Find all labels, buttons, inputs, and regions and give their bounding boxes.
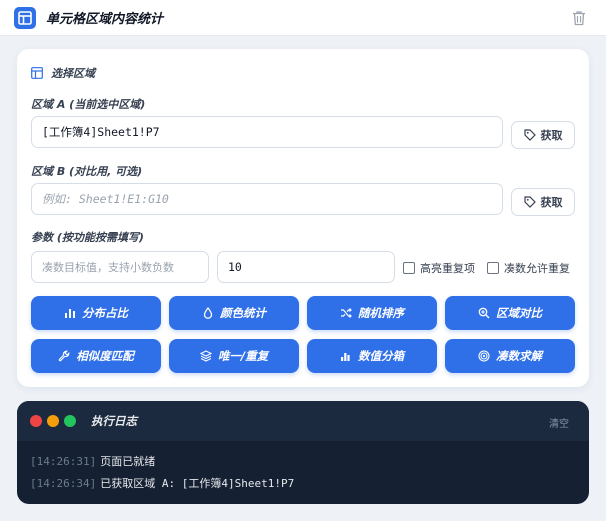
app-title: 单元格区域内容统计 — [46, 12, 164, 27]
tag-icon — [523, 196, 536, 208]
shuffle-button[interactable]: 随机排序 — [307, 296, 437, 330]
layers-icon — [199, 350, 212, 362]
log-message: 已获取区域 A: [工作簿4]Sheet1!P7 — [100, 477, 295, 490]
clear-log-button[interactable]: 清空 — [549, 415, 569, 430]
area-b-fetch-label: 获取 — [540, 196, 563, 209]
target-icon — [478, 350, 490, 362]
droplet-icon — [203, 307, 213, 319]
compare-label: 区域对比 — [496, 306, 542, 320]
allow-duplicates-checkbox[interactable]: 凑数允许重复 — [487, 260, 570, 276]
area-b-input[interactable]: 例如: Sheet1!E1:G10 — [31, 183, 503, 215]
log-message: 页面已就绪 — [100, 455, 156, 468]
log-panel: 执行日志 清空 [14:26:31] 页面已就绪 [14:26:34] 已获取区域 … — [17, 401, 589, 504]
compare-button[interactable]: 区域对比 — [445, 296, 575, 330]
area-a-input[interactable]: [工作簿4]Sheet1!P7 — [31, 116, 503, 148]
table-icon — [14, 6, 36, 29]
selection-panel: 选择区域 区域 A (当前选中区域) [工作簿4]Sheet1!P7 获取 区域… — [17, 49, 589, 387]
log-line: [14:26:31] 页面已就绪 — [30, 453, 155, 469]
allow-duplicates-label: 凑数允许重复 — [504, 262, 570, 275]
color-stats-button[interactable]: 颜色统计 — [169, 296, 299, 330]
bar-chart-icon — [65, 309, 75, 318]
shuffle-icon — [341, 308, 352, 318]
params-label: 参数 (按功能按需填写) — [31, 231, 144, 244]
area-b-label: 区域 B (对比用, 可选) — [31, 165, 143, 178]
area-a-label: 区域 A (当前选中区域) — [31, 98, 146, 111]
shuffle-label: 随机排序 — [358, 306, 404, 320]
unique-duplicate-label: 唯一/重复 — [217, 349, 269, 363]
log-timestamp: [14:26:31] — [30, 455, 97, 468]
red-dot-icon — [30, 415, 42, 427]
yellow-dot-icon — [47, 415, 59, 427]
tag-icon — [523, 129, 536, 141]
similarity-button[interactable]: 相似度匹配 — [31, 339, 161, 373]
trash-icon[interactable] — [572, 10, 586, 26]
app-header: 单元格区域内容统计 — [0, 0, 606, 36]
target-value-input[interactable]: 凑数目标值，支持小数负数 — [31, 251, 209, 283]
checkbox-box — [487, 262, 499, 274]
distribution-button[interactable]: 分布占比 — [31, 296, 161, 330]
unique-duplicate-button[interactable]: 唯一/重复 — [169, 339, 299, 373]
area-a-fetch-button[interactable]: 获取 — [511, 121, 575, 149]
wrench-icon — [58, 350, 70, 362]
log-line: [14:26:34] 已获取区域 A: [工作簿4]Sheet1!P7 — [30, 475, 294, 491]
binning-label: 数值分箱 — [358, 349, 404, 363]
distribution-label: 分布占比 — [82, 306, 128, 320]
log-title: 执行日志 — [91, 414, 137, 428]
log-header: 执行日志 清空 — [17, 401, 589, 441]
color-stats-label: 颜色统计 — [220, 306, 266, 320]
area-b-fetch-button[interactable]: 获取 — [511, 188, 575, 216]
highlight-duplicates-label: 高亮重复项 — [420, 262, 475, 275]
similarity-label: 相似度匹配 — [76, 349, 134, 363]
histogram-icon — [341, 353, 350, 361]
subset-sum-label: 凑数求解 — [496, 349, 542, 363]
log-timestamp: [14:26:34] — [30, 477, 97, 490]
panel-heading: 选择区域 — [31, 65, 95, 81]
green-dot-icon — [64, 415, 76, 427]
grid-icon — [31, 67, 43, 79]
binning-button[interactable]: 数值分箱 — [307, 339, 437, 373]
panel-heading-label: 选择区域 — [51, 67, 95, 80]
subset-sum-button[interactable]: 凑数求解 — [445, 339, 575, 373]
checkbox-box — [403, 262, 415, 274]
highlight-duplicates-checkbox[interactable]: 高亮重复项 — [403, 260, 475, 276]
area-a-fetch-label: 获取 — [540, 129, 563, 142]
count-input[interactable]: 10 — [217, 251, 395, 283]
zoom-icon — [478, 307, 490, 319]
